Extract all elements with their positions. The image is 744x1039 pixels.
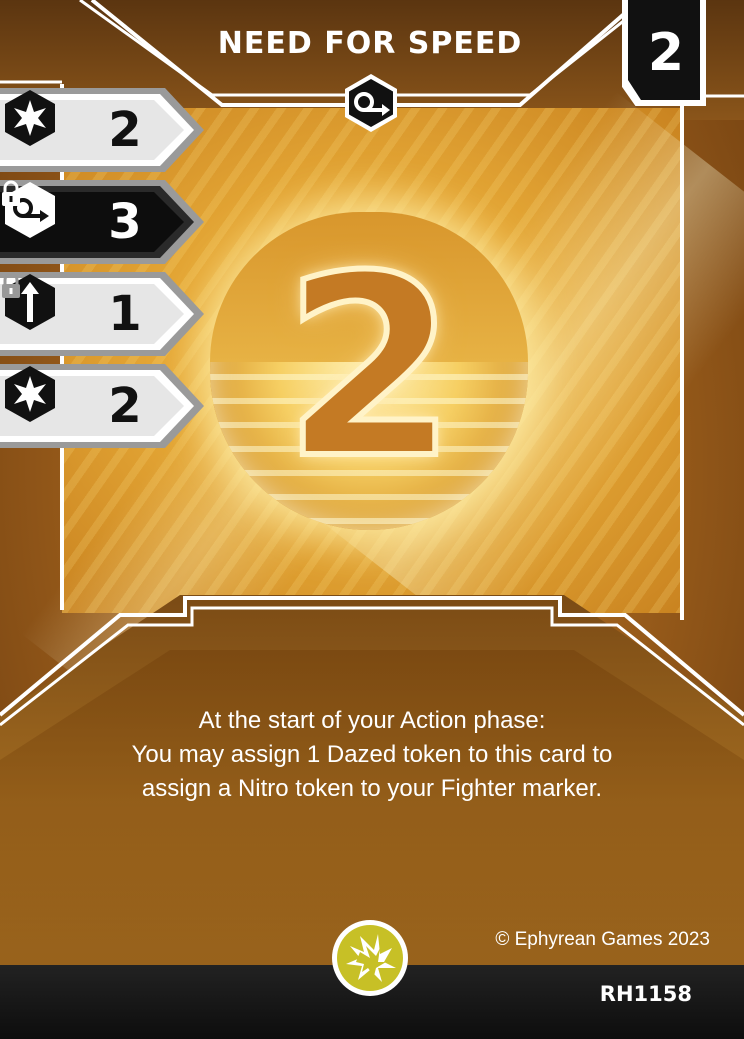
stat-value: 2	[108, 378, 142, 434]
lock-icon	[2, 180, 20, 206]
lock-icon	[2, 272, 20, 298]
copyright-text: © Ephyrean Games 2023	[495, 929, 710, 950]
rules-line: assign a Nitro token to your Fighter mar…	[141, 775, 603, 802]
cost-value: 2	[647, 23, 685, 83]
card-title: NEED FOR SPEED	[217, 26, 523, 61]
lightning-burst-icon	[332, 920, 408, 996]
card-code: RH1158	[599, 982, 692, 1006]
stat-tab-2: 3	[0, 180, 205, 264]
stat-tab-3: 1	[0, 272, 205, 356]
burst-star-hexagon-icon	[5, 366, 55, 422]
rules-text: At the start of your Action phase: You m…	[60, 704, 684, 806]
game-card: 2 NEED FOR SPEED 2 2 3 1 2 At the start …	[0, 0, 744, 1039]
stat-value: 2	[108, 102, 142, 158]
stat-tab-4: 2	[0, 364, 205, 448]
speed-arrow-hexagon-icon	[345, 74, 397, 132]
stat-value: 1	[108, 286, 142, 342]
burst-star-hexagon-icon	[5, 90, 55, 146]
stat-tab-1: 2	[0, 88, 205, 172]
rules-line: At the start of your Action phase:	[198, 707, 546, 734]
stat-value: 3	[108, 194, 142, 250]
rules-line: You may assign 1 Dazed token to this car…	[131, 741, 613, 768]
